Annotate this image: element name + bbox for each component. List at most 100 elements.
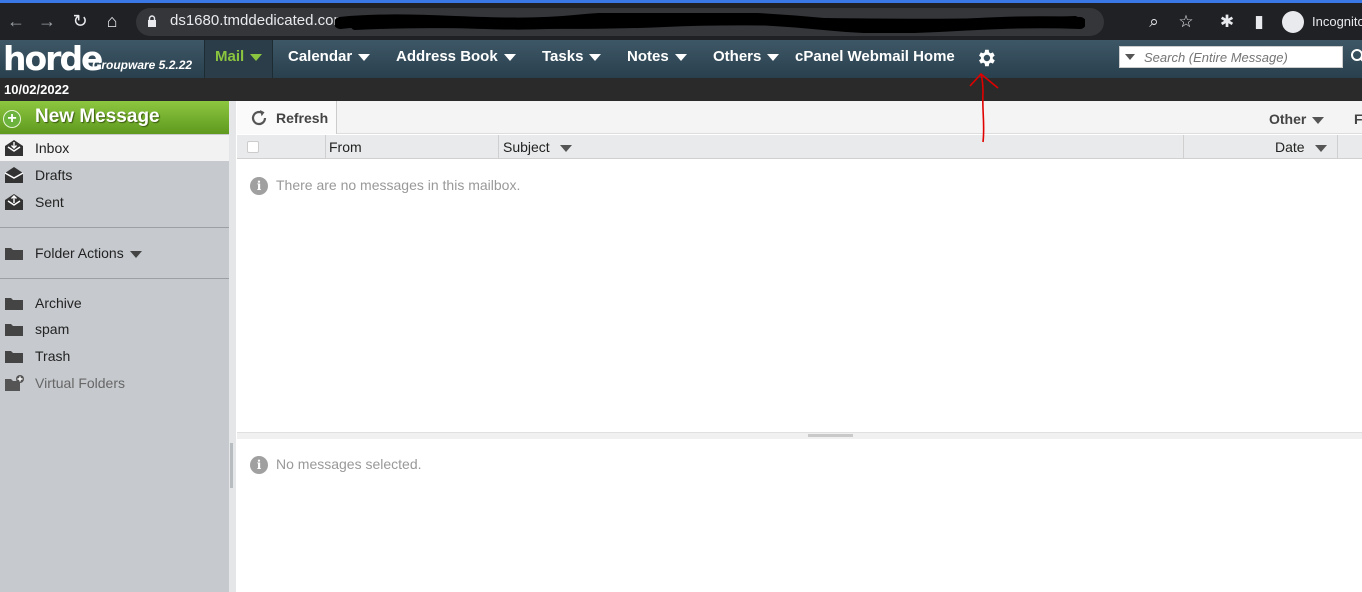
column-divider	[1183, 135, 1184, 159]
sidebar-resize-handle[interactable]	[229, 101, 236, 592]
menu-mail-label: Mail	[215, 48, 245, 65]
info-icon: i	[250, 177, 268, 196]
mail-toolbar: Refresh Other F	[237, 101, 1362, 134]
menu-tasks-label: Tasks	[542, 48, 584, 65]
sent-icon	[5, 194, 23, 210]
browser-chrome: ← → ↻ ⌂ ds1680.tmddedicated.com ⌕ ☆ ✱ ▮ …	[0, 0, 1362, 40]
folder-trash[interactable]: Trash	[0, 343, 229, 369]
menu-address-book-label: Address Book	[396, 48, 498, 65]
menu-mail[interactable]: Mail	[204, 40, 274, 78]
column-date-label: Date	[1275, 139, 1305, 155]
new-message-button[interactable]: + New Message	[0, 101, 229, 134]
empty-mailbox-notice: i There are no messages in this mailbox.	[250, 177, 521, 196]
horde-logo[interactable]: horde	[3, 40, 103, 78]
menu-calendar[interactable]: Calendar	[278, 40, 380, 78]
grip	[230, 443, 233, 488]
folder-icon	[5, 298, 23, 310]
menu-notes[interactable]: Notes	[617, 40, 697, 78]
search-icon[interactable]	[1350, 48, 1362, 64]
incognito-label: Incognito	[1312, 14, 1362, 29]
column-from[interactable]: From	[329, 139, 362, 155]
new-message-label: New Message	[35, 106, 160, 127]
chevron-down-icon	[250, 53, 263, 61]
folder-sent[interactable]: Sent	[0, 189, 229, 215]
back-icon[interactable]: ←	[4, 9, 28, 33]
folder-label: Drafts	[35, 167, 73, 183]
bookmark-star-icon[interactable]: ☆	[1174, 10, 1198, 34]
folder-actions-text: Folder Actions	[35, 245, 124, 261]
folder-archive[interactable]: Archive	[0, 290, 229, 316]
zoom-icon[interactable]: ⌕	[1142, 10, 1166, 34]
refresh-icon	[251, 110, 267, 126]
folder-spam[interactable]: spam	[0, 316, 229, 342]
annotation-arrow	[969, 72, 999, 143]
current-date: 10/02/2022	[4, 82, 70, 97]
gear-icon[interactable]	[975, 47, 997, 69]
message-list-header: From Subject Date	[237, 135, 1362, 159]
folder-actions-menu[interactable]: Folder Actions	[0, 240, 229, 266]
folder-virtual-folders[interactable]: Virtual Folders	[0, 370, 229, 396]
menu-notes-label: Notes	[627, 48, 669, 65]
mail-main: Refresh Other F From Subject Date i There…	[237, 101, 1362, 592]
menu-calendar-label: Calendar	[288, 48, 353, 65]
chevron-down-icon	[767, 53, 780, 61]
plus-icon: +	[3, 110, 21, 128]
menu-cpanel-home[interactable]: cPanel Webmail Home	[785, 40, 965, 78]
menu-others[interactable]: Others	[703, 40, 789, 78]
divider	[0, 227, 229, 228]
extensions-icon[interactable]: ✱	[1215, 10, 1239, 34]
menu-tasks[interactable]: Tasks	[532, 40, 611, 78]
chevron-down-icon	[358, 53, 371, 61]
preview-empty-text: No messages selected.	[276, 456, 422, 472]
column-divider	[498, 135, 499, 159]
menu-others-label: Others	[713, 48, 762, 65]
reload-icon[interactable]: ↻	[68, 9, 92, 33]
home-icon[interactable]: ⌂	[100, 9, 124, 33]
other-menu[interactable]: Other	[1269, 111, 1325, 127]
folder-label: Virtual Folders	[35, 375, 126, 391]
sidebar: + New Message Inbox Drafts Sent Folder A…	[0, 101, 229, 592]
column-divider	[325, 135, 326, 159]
other-label: Other	[1269, 111, 1307, 127]
folder-label: spam	[35, 321, 70, 337]
grip	[808, 434, 853, 437]
column-subject-label: Subject	[503, 139, 550, 155]
folder-icon	[5, 248, 23, 260]
folder-label: Trash	[35, 348, 71, 364]
lock-icon	[148, 15, 156, 27]
search-input[interactable]	[1144, 48, 1339, 66]
chevron-down-icon	[674, 53, 687, 61]
search-scope-dropdown-icon[interactable]	[1125, 54, 1135, 60]
side-panel-icon[interactable]: ▮	[1247, 10, 1271, 34]
preview-resize-handle[interactable]	[237, 432, 1362, 439]
folder-inbox[interactable]: Inbox	[0, 135, 229, 161]
filter-menu-cut[interactable]: F	[1354, 111, 1362, 127]
chevron-down-icon	[1314, 144, 1327, 152]
incognito-icon[interactable]	[1282, 11, 1304, 33]
forward-icon[interactable]: →	[35, 9, 59, 33]
select-all-checkbox[interactable]	[247, 141, 259, 153]
version-label: Groupware 5.2.22	[92, 58, 193, 72]
column-subject[interactable]: Subject	[503, 139, 572, 155]
search-box	[1119, 46, 1343, 68]
folder-label: Sent	[35, 194, 64, 210]
column-date[interactable]: Date	[1275, 139, 1327, 155]
folder-label: Inbox	[35, 140, 70, 156]
chevron-down-icon	[503, 53, 516, 61]
chevron-down-icon	[559, 144, 572, 152]
virtual-folder-icon	[5, 375, 24, 391]
refresh-button[interactable]: Refresh	[237, 101, 337, 134]
inbox-icon	[5, 140, 23, 156]
folder-actions-label: Folder Actions	[35, 245, 142, 261]
redaction-scribble	[335, 13, 1085, 33]
info-icon: i	[250, 456, 268, 475]
folder-drafts[interactable]: Drafts	[0, 162, 229, 188]
drafts-icon	[4, 167, 24, 183]
menu-address-book[interactable]: Address Book	[386, 40, 526, 78]
chevron-down-icon	[129, 250, 142, 258]
refresh-label: Refresh	[276, 110, 329, 126]
empty-mailbox-text: There are no messages in this mailbox.	[276, 177, 521, 193]
date-bar: 10/02/2022	[0, 78, 1362, 101]
preview-empty-notice: i No messages selected.	[250, 456, 422, 475]
chevron-down-icon	[589, 53, 602, 61]
